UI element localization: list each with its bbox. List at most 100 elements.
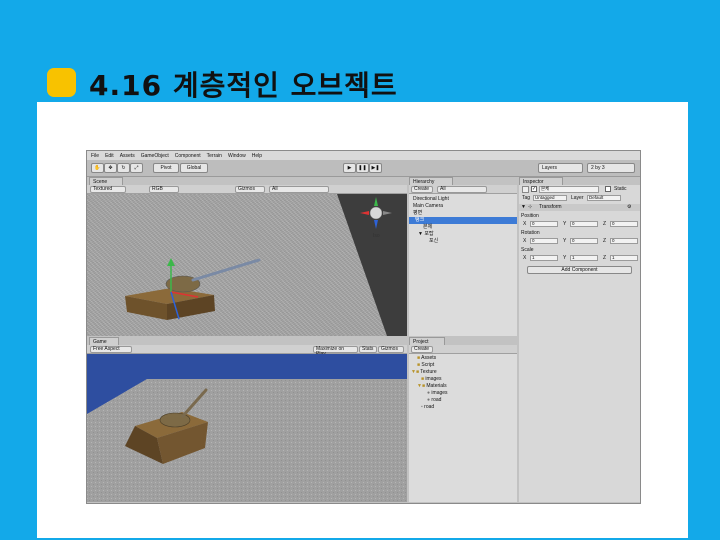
- project-material-road-label: road: [431, 397, 442, 403]
- position-z-field[interactable]: 0: [610, 221, 638, 227]
- menu-assets[interactable]: Assets: [120, 153, 135, 159]
- step-icon[interactable]: ▶❚: [369, 163, 382, 173]
- main-toolbar: ✋ ✥ ↻ ⤢ Pivot Global ▶ ❚❚ ▶❚ Layers 2 by…: [87, 160, 640, 177]
- hierarchy-search-input[interactable]: All: [437, 186, 487, 193]
- hierarchy-item-barrel[interactable]: 포신: [429, 238, 438, 245]
- scene-toolbar: Textured RGB Gizmos All: [87, 185, 407, 194]
- tab-scene[interactable]: Scene: [89, 177, 123, 185]
- project-folder-assets[interactable]: ■ Assets: [417, 355, 436, 362]
- transform-title: Transform: [539, 204, 562, 210]
- scale-z-field[interactable]: 1: [610, 255, 638, 261]
- tag-label: Tag: [522, 195, 531, 201]
- static-checkbox[interactable]: [605, 186, 611, 192]
- project-folder-assets-label: Assets: [421, 355, 437, 361]
- scale-x-field[interactable]: 1: [530, 255, 558, 261]
- layout-dropdown[interactable]: 2 by 3: [587, 163, 635, 173]
- project-folder-script[interactable]: ■ Script: [417, 362, 434, 369]
- project-folder-materials[interactable]: ▼■ Materials: [417, 383, 447, 390]
- project-folder-images-label: images: [425, 376, 442, 382]
- position-label: Position: [521, 213, 539, 219]
- tab-hierarchy[interactable]: Hierarchy: [409, 177, 453, 185]
- gizmo-y-arrow: [167, 258, 175, 266]
- project-tab-label: Project: [413, 338, 429, 345]
- project-texture-road[interactable]: ▪ road: [421, 404, 434, 411]
- scale-tool-icon[interactable]: ⤢: [130, 163, 143, 173]
- position-y-field[interactable]: 0: [570, 221, 598, 227]
- layer-dropdown[interactable]: Default: [587, 195, 621, 201]
- project-material-road[interactable]: ● road: [427, 397, 441, 404]
- folder-icon: ▼■: [417, 383, 425, 389]
- menu-terrain[interactable]: Terrain: [207, 153, 222, 159]
- global-toggle[interactable]: Global: [180, 163, 208, 173]
- tag-dropdown[interactable]: Untagged: [533, 195, 567, 201]
- color-mode-dropdown[interactable]: RGB: [149, 186, 179, 193]
- tab-project[interactable]: Project: [409, 337, 445, 345]
- play-icon[interactable]: ▶: [343, 163, 356, 173]
- hierarchy-list: Directional Light Main Camera 평면 탱크 본체 ▼…: [409, 194, 517, 336]
- static-label: Static: [614, 186, 627, 192]
- project-material-images[interactable]: ● images: [427, 390, 448, 397]
- rotation-z-label: Z: [603, 238, 607, 244]
- hierarchy-item-tank-selected[interactable]: 탱크: [409, 217, 517, 224]
- layers-dropdown[interactable]: Layers: [538, 163, 583, 173]
- menu-edit[interactable]: Edit: [105, 153, 114, 159]
- add-component-button[interactable]: Add Component: [527, 266, 632, 274]
- move-tool-icon[interactable]: ✥: [104, 163, 117, 173]
- tab-game[interactable]: Game: [89, 337, 119, 345]
- hierarchy-item-body[interactable]: 본체: [423, 224, 432, 231]
- render-mode-dropdown[interactable]: Textured: [90, 186, 126, 193]
- layer-label: Layer: [571, 195, 584, 201]
- scene-gizmos-dropdown[interactable]: Gizmos: [235, 186, 265, 193]
- cube-icon: [522, 186, 529, 193]
- inspector-tab-label: Inspector: [523, 178, 544, 185]
- pivot-toggle[interactable]: Pivot: [153, 163, 179, 173]
- hierarchy-item-main-camera[interactable]: Main Camera: [413, 203, 443, 210]
- rotation-y-label: Y: [563, 238, 567, 244]
- hierarchy-item-plane[interactable]: 평면: [413, 210, 422, 217]
- menu-help[interactable]: Help: [252, 153, 262, 159]
- rotation-z-field[interactable]: 0: [610, 238, 638, 244]
- folder-icon: ■: [417, 362, 421, 368]
- project-folder-texture[interactable]: ▼■ Texture: [411, 369, 437, 376]
- project-folder-texture-label: Texture: [420, 369, 437, 375]
- aspect-dropdown[interactable]: Free Aspect: [90, 346, 132, 353]
- rotation-y-field[interactable]: 0: [570, 238, 598, 244]
- project-toolbar: Create: [409, 345, 517, 354]
- hand-tool-icon[interactable]: ✋: [91, 163, 104, 173]
- scene-search-input[interactable]: All: [269, 186, 329, 193]
- position-x-field[interactable]: 0: [530, 221, 558, 227]
- scale-y-field[interactable]: 1: [570, 255, 598, 261]
- game-view[interactable]: [87, 354, 407, 502]
- scale-label: Scale: [521, 247, 534, 253]
- unity-editor-window: File Edit Assets GameObject Component Te…: [86, 150, 641, 504]
- rotate-tool-icon[interactable]: ↻: [117, 163, 130, 173]
- persp-label: Iso: [373, 233, 380, 239]
- menu-gameobject[interactable]: GameObject: [141, 153, 169, 159]
- game-gizmos-dropdown[interactable]: Gizmos: [378, 346, 404, 353]
- project-create-button[interactable]: Create: [411, 346, 433, 353]
- position-y-label: Y: [563, 221, 567, 227]
- material-sphere-icon: ●: [427, 397, 431, 403]
- game-tab-label: Game: [93, 338, 107, 345]
- active-checkbox[interactable]: ✓: [531, 186, 537, 192]
- tab-inspector[interactable]: Inspector: [519, 177, 563, 185]
- transform-header[interactable]: ▼ ⊹ Transform ⚙: [519, 204, 640, 211]
- maximize-on-play-toggle[interactable]: Maximize on Play: [313, 346, 358, 357]
- inspector-panel: ✓ 본체 Static Tag Untagged Layer Default ▼…: [519, 185, 640, 502]
- pause-icon[interactable]: ❚❚: [356, 163, 369, 173]
- rotation-x-field[interactable]: 0: [530, 238, 558, 244]
- folder-icon: ▼■: [411, 369, 419, 375]
- menu-file[interactable]: File: [91, 153, 99, 159]
- menu-component[interactable]: Component: [175, 153, 201, 159]
- gear-icon[interactable]: ⚙: [627, 204, 631, 210]
- project-list: ■ Assets ■ Script ▼■ Texture ■ images ▼■…: [409, 354, 517, 502]
- menu-window[interactable]: Window: [228, 153, 246, 159]
- hierarchy-item-turret[interactable]: ▼ 포탑: [418, 231, 434, 238]
- scene-view[interactable]: Iso: [87, 194, 407, 336]
- stats-toggle[interactable]: Stats: [359, 346, 377, 353]
- project-folder-images[interactable]: ■ images: [421, 376, 442, 383]
- object-name-input[interactable]: 본체: [539, 186, 599, 193]
- hierarchy-create-button[interactable]: Create: [411, 186, 433, 193]
- hierarchy-item-directional-light[interactable]: Directional Light: [413, 196, 449, 203]
- game-toolbar: Free Aspect Maximize on Play Stats Gizmo…: [87, 345, 407, 357]
